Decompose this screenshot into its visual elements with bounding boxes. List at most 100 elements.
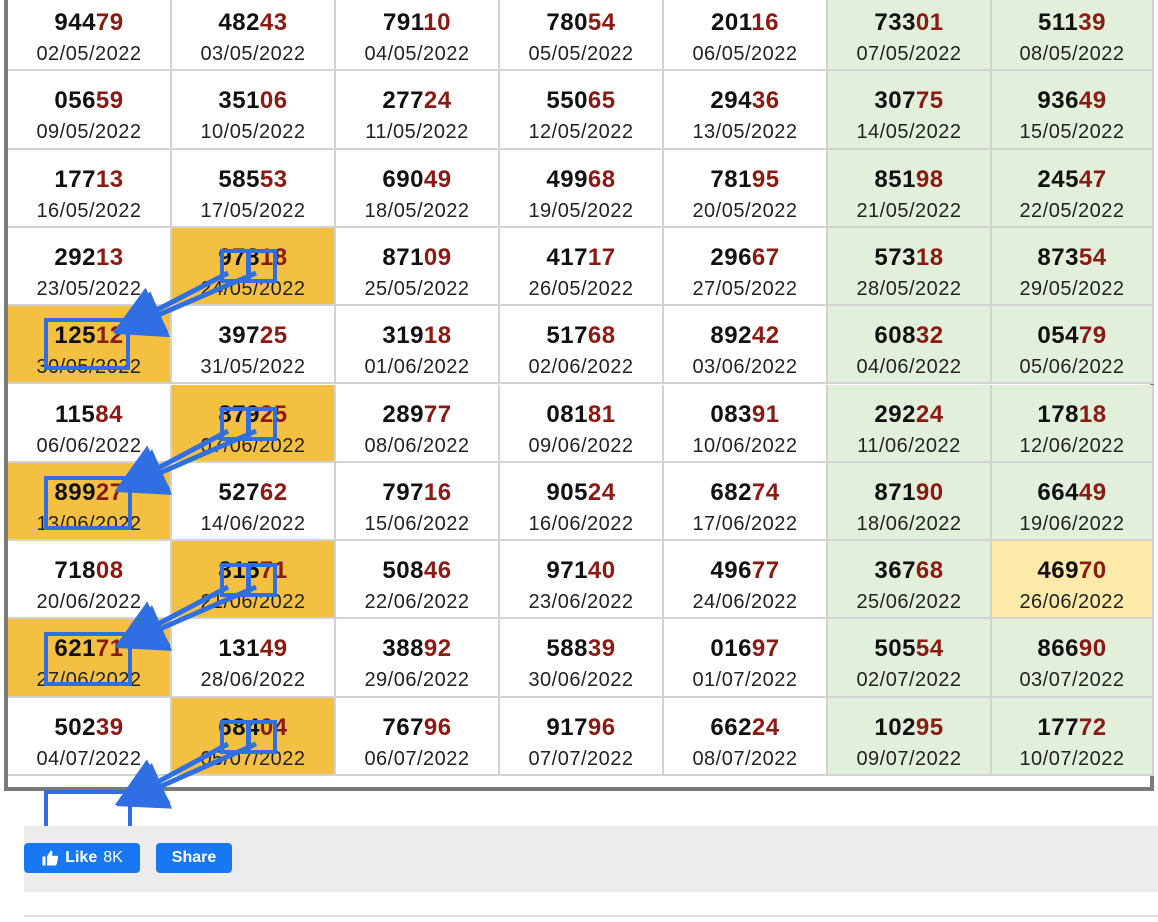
number-tail: 77	[751, 557, 780, 585]
number-tail: 79	[1078, 322, 1107, 350]
number-tail: 70	[1078, 557, 1107, 585]
number-head: 499	[546, 165, 588, 193]
result-number: 08391	[664, 401, 826, 429]
number-head: 496	[710, 557, 752, 585]
number-head: 397	[218, 322, 260, 350]
number-tail: 65	[587, 87, 616, 115]
result-cell: 90524 16/06/2022	[500, 462, 664, 542]
result-date: 23/05/2022	[36, 277, 142, 300]
number-head: 083	[710, 400, 752, 428]
number-head: 815	[218, 557, 260, 585]
number-tail: 39	[587, 635, 616, 663]
result-date: 10/06/2022	[692, 434, 798, 457]
number-head: 527	[218, 478, 260, 506]
result-number: 49968	[500, 166, 662, 194]
number-tail: 40	[587, 557, 616, 585]
number-tail: 72	[1078, 713, 1107, 741]
result-cell: 30775 14/05/2022	[828, 71, 992, 150]
result-date: 07/05/2022	[856, 43, 962, 65]
number-tail: 18	[423, 322, 452, 350]
result-number: 36768	[828, 557, 990, 585]
result-cell: 50239 04/07/2022	[8, 697, 172, 776]
number-head: 115	[55, 400, 96, 428]
result-number: 35106	[172, 87, 334, 115]
result-cell: 13149 28/06/2022	[172, 619, 336, 698]
number-tail: 24	[423, 87, 452, 115]
number-tail: 68	[915, 557, 944, 585]
number-tail: 17	[587, 243, 616, 271]
result-date: 16/06/2022	[528, 512, 634, 535]
result-number: 50239	[8, 714, 170, 742]
result-date: 24/05/2022	[200, 277, 306, 300]
number-head: 797	[382, 478, 424, 506]
result-date: 11/06/2022	[857, 434, 961, 457]
result-number: 29213	[8, 244, 170, 272]
result-number: 78195	[664, 166, 826, 194]
result-cell: 97140 23/06/2022	[500, 541, 664, 620]
number-tail: 96	[423, 713, 452, 741]
result-date: 30/05/2022	[36, 356, 142, 379]
result-cell: 71808 20/06/2022	[8, 541, 172, 620]
result-cell: 27724 11/05/2022	[336, 71, 500, 150]
number-head: 307	[874, 87, 916, 115]
number-head: 767	[382, 713, 424, 741]
number-head: 177	[54, 165, 96, 193]
result-number: 93649	[992, 87, 1152, 115]
result-cell: 58553 17/05/2022	[172, 149, 336, 228]
number-head: 289	[382, 400, 424, 428]
result-cell: 55065 12/05/2022	[500, 71, 664, 150]
number-head: 917	[546, 713, 588, 741]
result-date: 19/06/2022	[1019, 512, 1125, 535]
result-number: 29667	[664, 244, 826, 272]
result-number: 89242	[664, 322, 826, 350]
result-cell: 39725 31/05/2022	[172, 306, 336, 385]
like-button[interactable]: Like 8K	[24, 843, 140, 873]
result-number: 87190	[828, 479, 990, 507]
result-cell: 49968 19/05/2022	[500, 149, 664, 228]
number-head: 508	[382, 557, 424, 585]
result-number: 71808	[8, 557, 170, 585]
number-head: 871	[874, 478, 916, 506]
result-date: 06/05/2022	[692, 43, 798, 65]
result-date: 17/05/2022	[200, 199, 306, 222]
result-cell: 29224 11/06/2022	[828, 384, 992, 463]
result-number: 86690	[992, 635, 1152, 663]
number-head: 277	[382, 87, 424, 115]
result-cell: 76796 06/07/2022	[336, 697, 500, 776]
number-head: 511	[1038, 9, 1079, 36]
result-cell: 17818 12/06/2022	[992, 384, 1154, 463]
result-date: 26/06/2022	[1019, 591, 1125, 614]
result-number: 01697	[664, 635, 826, 663]
number-tail: 95	[751, 165, 780, 193]
number-head: 292	[874, 400, 916, 428]
result-cell: 38892 29/06/2022	[336, 619, 500, 698]
result-cell: 46970 26/06/2022	[992, 541, 1154, 620]
number-head: 054	[1037, 322, 1079, 350]
number-tail: 32	[915, 322, 944, 350]
result-date: 27/05/2022	[692, 277, 798, 300]
result-number: 29436	[664, 87, 826, 115]
number-tail: 77	[423, 400, 452, 428]
result-number: 66224	[664, 714, 826, 742]
number-head: 978	[218, 243, 260, 271]
number-head: 892	[710, 322, 752, 350]
result-cell: 41717 26/05/2022	[500, 227, 664, 307]
result-cell: 48243 03/05/2022	[172, 0, 336, 72]
result-date: 13/05/2022	[692, 121, 798, 144]
result-cell: 51139 08/05/2022	[992, 0, 1154, 72]
result-cell: 94479 02/05/2022	[8, 0, 172, 72]
result-date: 05/07/2022	[200, 747, 306, 770]
result-cell: 17713 16/05/2022	[8, 149, 172, 228]
number-head: 294	[710, 87, 752, 115]
share-button[interactable]: Share	[156, 843, 232, 873]
result-number: 17772	[992, 714, 1152, 742]
result-date: 03/05/2022	[200, 43, 306, 65]
result-cell: 20116 06/05/2022	[664, 0, 828, 72]
result-number: 87925	[172, 401, 334, 429]
result-date: 15/05/2022	[1019, 121, 1125, 144]
number-tail: 91	[751, 400, 780, 428]
result-date: 25/06/2022	[856, 591, 962, 614]
result-number: 52762	[172, 479, 334, 507]
number-tail: 84	[95, 400, 123, 428]
result-cell: 05659 09/05/2022	[8, 71, 172, 150]
